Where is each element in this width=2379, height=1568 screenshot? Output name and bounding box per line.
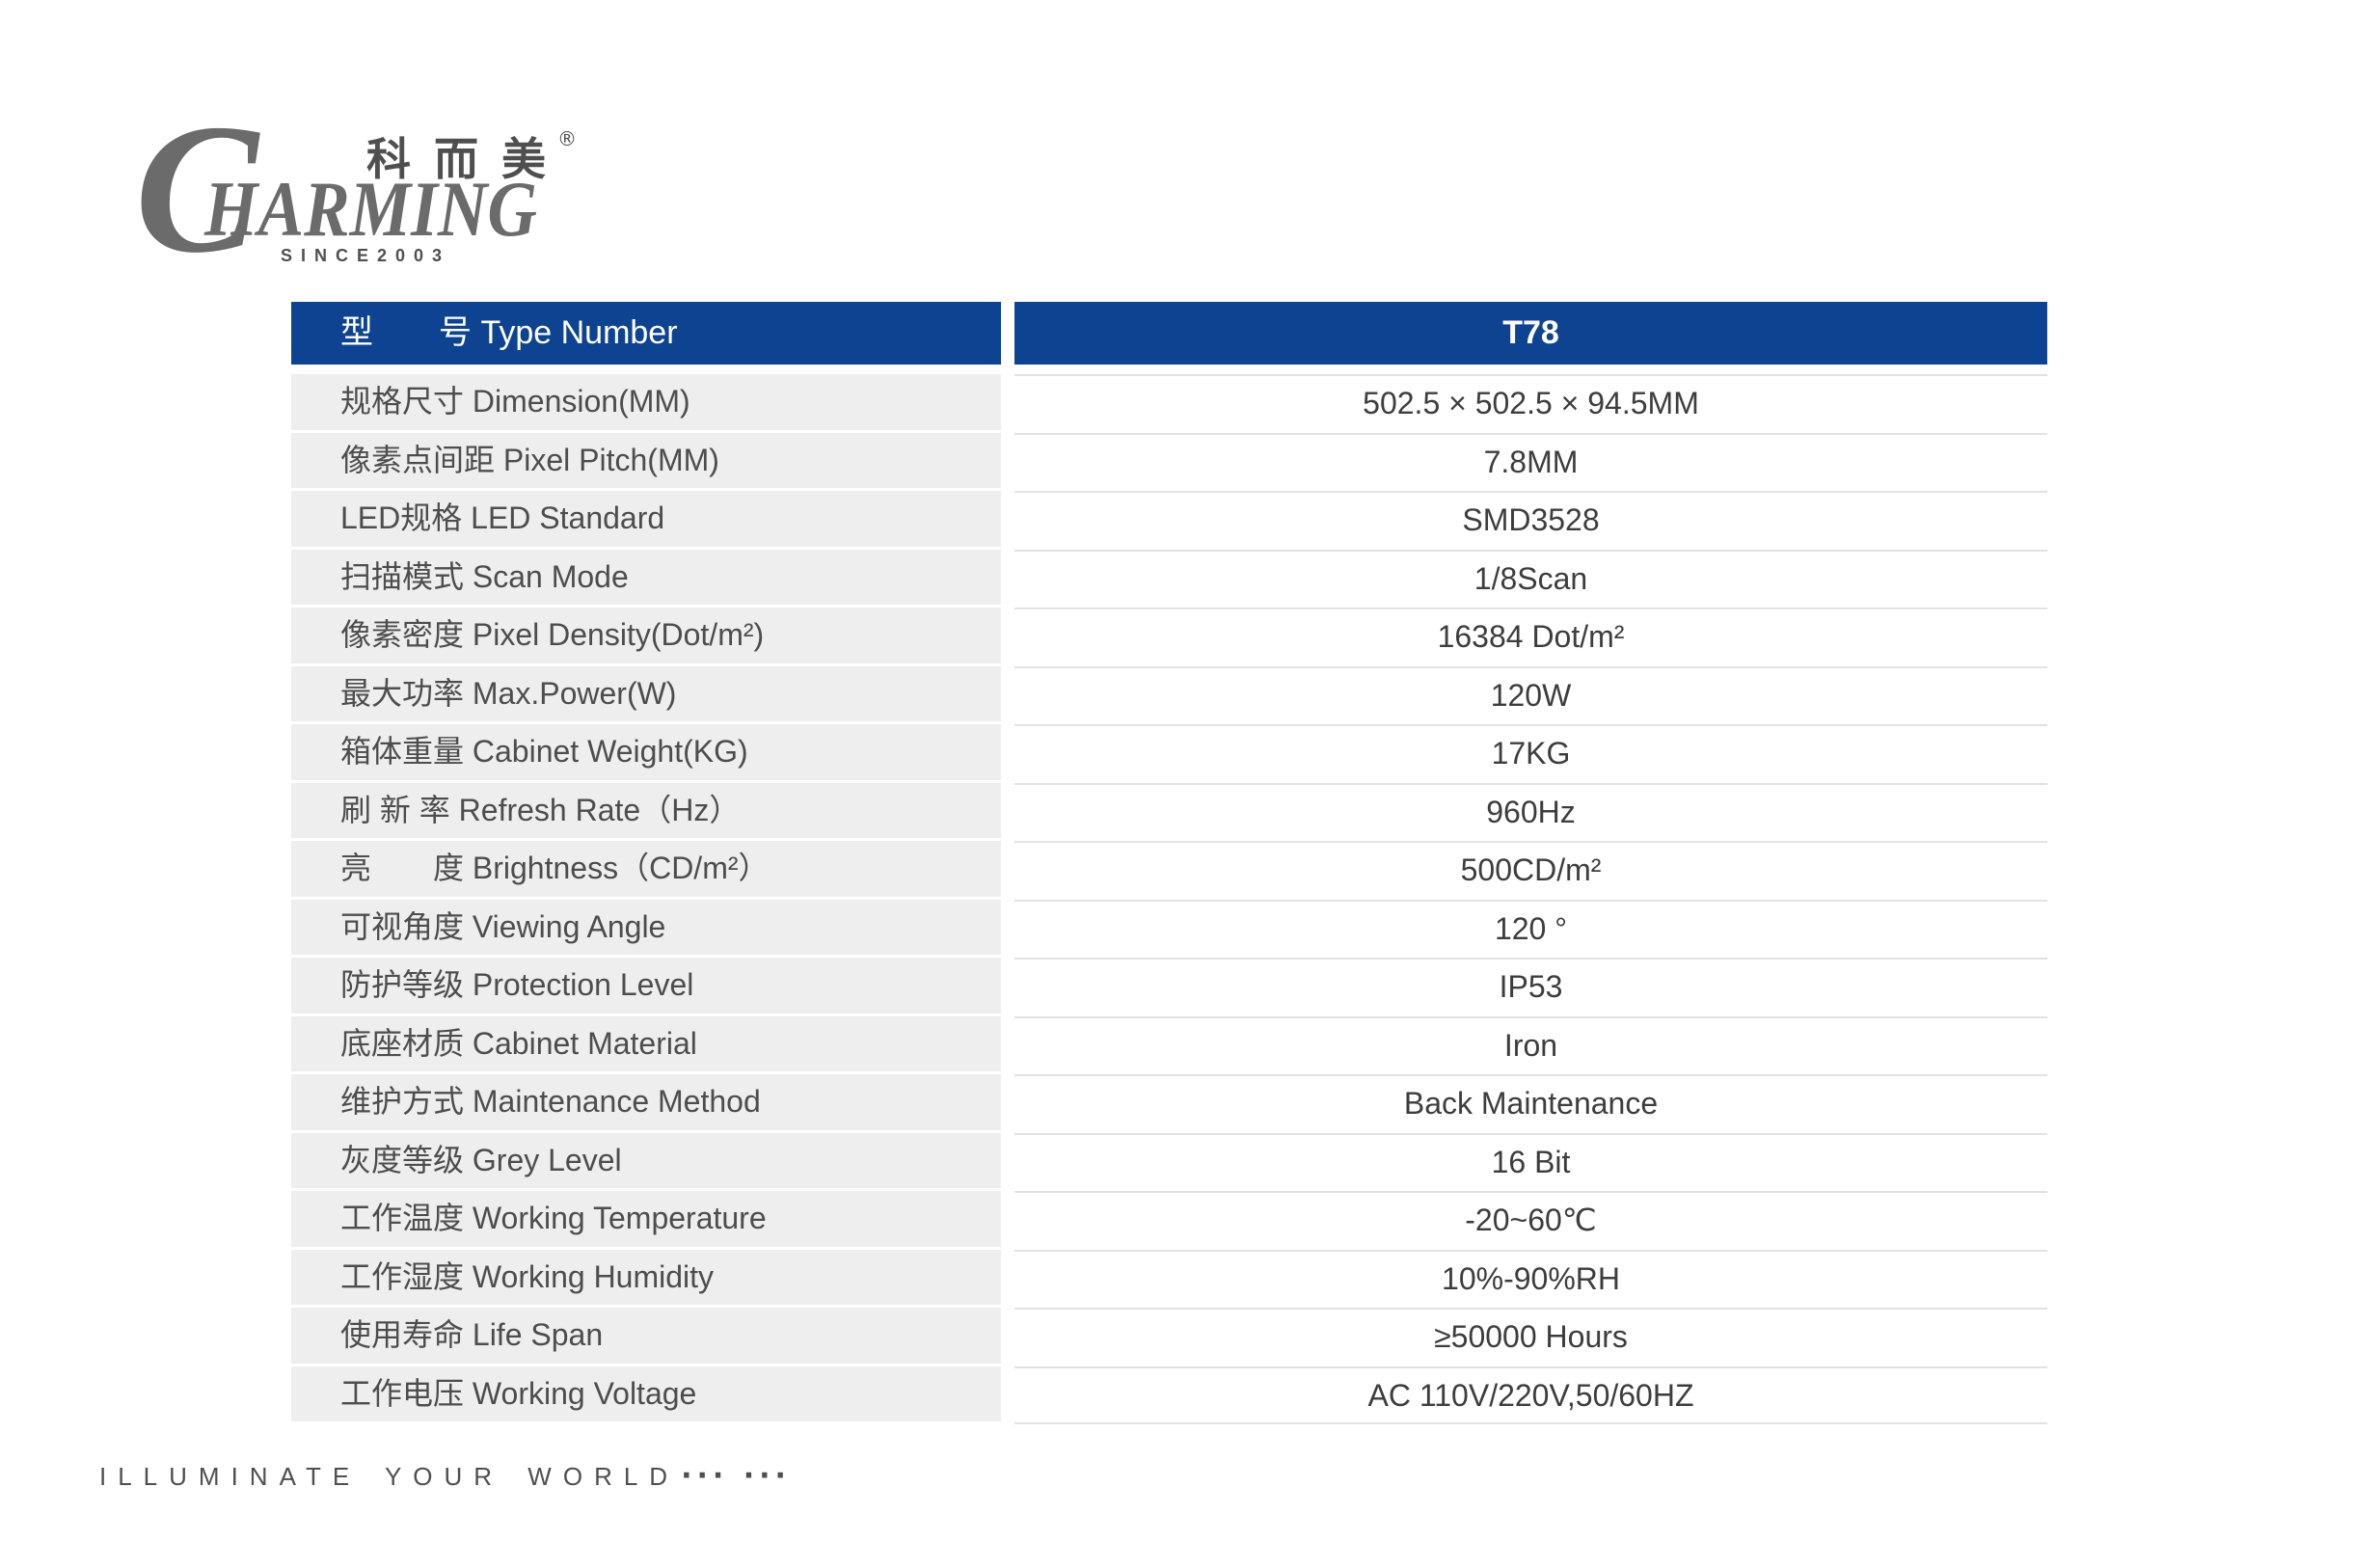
footer-tagline: ILLUMINATE YOUR WORLD ··· ··· <box>99 1461 791 1492</box>
spec-label: 使用寿命 Life Span <box>291 1308 1001 1364</box>
spec-label: 灰度等级 Grey Level <box>291 1132 1001 1188</box>
spec-label: 工作温度 Working Temperature <box>291 1191 1001 1247</box>
spec-row-dimension: 规格尺寸 Dimension(MM) 502.5 × 502.5 × 94.5M… <box>291 374 2047 433</box>
footer-dots: ··· ··· <box>681 1459 791 1493</box>
spec-row-working-humidity: 工作湿度 Working Humidity 10%-90%RH <box>291 1249 2047 1309</box>
spec-value: 120 ° <box>1014 899 2047 959</box>
spec-value: 7.8MM <box>1014 432 2047 492</box>
spec-label: 工作湿度 Working Humidity <box>291 1249 1001 1305</box>
spec-label: 像素密度 Pixel Density(Dot/m²) <box>291 608 1001 663</box>
spec-row-max-power: 最大功率 Max.Power(W) 120W <box>291 665 2047 725</box>
spec-value: Back Maintenance <box>1014 1074 2047 1133</box>
spec-row-grey-level: 灰度等级 Grey Level 16 Bit <box>291 1132 2047 1192</box>
spec-label: 箱体重量 Cabinet Weight(KG) <box>291 724 1001 780</box>
spec-row-viewing-angle: 可视角度 Viewing Angle 120 ° <box>291 899 2047 959</box>
spec-label: 底座材质 Cabinet Material <box>291 1015 1001 1071</box>
spec-row-cabinet-material: 底座材质 Cabinet Material Iron <box>291 1015 2047 1075</box>
spec-value: 10%-90%RH <box>1014 1249 2047 1309</box>
spec-label: 刷 新 率 Refresh Rate（Hz） <box>291 782 1001 838</box>
header-model-name: T78 <box>1014 302 2047 365</box>
spec-row-cabinet-weight: 箱体重量 Cabinet Weight(KG) 17KG <box>291 724 2047 783</box>
spec-row-pixel-pitch: 像素点间距 Pixel Pitch(MM) 7.8MM <box>291 432 2047 492</box>
spec-value: IP53 <box>1014 958 2047 1016</box>
spec-row-led-standard: LED规格 LED Standard SMD3528 <box>291 491 2047 550</box>
spec-label: 亮 度 Brightness（CD/m²） <box>291 841 1001 897</box>
spec-row-brightness: 亮 度 Brightness（CD/m²） 500CD/m² <box>291 841 2047 900</box>
spec-value: 500CD/m² <box>1014 841 2047 900</box>
spec-value: 1/8Scan <box>1014 549 2047 608</box>
spec-label: 工作电压 Working Voltage <box>291 1365 1001 1421</box>
spec-label: 可视角度 Viewing Angle <box>291 899 1001 955</box>
spec-value: Iron <box>1014 1015 2047 1075</box>
spec-label: 像素点间距 Pixel Pitch(MM) <box>291 432 1001 488</box>
spec-table-body: 规格尺寸 Dimension(MM) 502.5 × 502.5 × 94.5M… <box>291 374 2047 1424</box>
spec-row-working-temperature: 工作温度 Working Temperature -20~60℃ <box>291 1191 2047 1250</box>
spec-label: LED规格 LED Standard <box>291 491 1001 547</box>
footer-slogan: ILLUMINATE YOUR WORLD <box>99 1462 680 1491</box>
registered-mark: ® <box>557 127 577 150</box>
spec-sheet-page: C HARMING 科 而 美 ® SINCE2003 型 号 Type Num… <box>0 0 2379 1568</box>
spec-value: -20~60℃ <box>1014 1191 2047 1250</box>
spec-label: 最大功率 Max.Power(W) <box>291 665 1001 721</box>
logo-chinese-name: 科 而 美 <box>366 133 551 185</box>
spec-value: 16384 Dot/m² <box>1014 608 2047 666</box>
spec-label: 扫描模式 Scan Mode <box>291 549 1001 605</box>
spec-value: 17KG <box>1014 724 2047 783</box>
spec-row-life-span: 使用寿命 Life Span ≥50000 Hours <box>291 1308 2047 1366</box>
spec-value: ≥50000 Hours <box>1014 1308 2047 1366</box>
spec-table-header: 型 号 Type Number T78 <box>291 302 2047 365</box>
spec-value: SMD3528 <box>1014 491 2047 550</box>
brand-logo: C HARMING 科 而 美 ® SINCE2003 <box>0 0 675 289</box>
spec-value: 960Hz <box>1014 782 2047 842</box>
spec-label: 规格尺寸 Dimension(MM) <box>291 374 1001 430</box>
header-type-number-label: 型 号 Type Number <box>291 302 1001 365</box>
spec-label: 防护等级 Protection Level <box>291 958 1001 1014</box>
spec-row-working-voltage: 工作电压 Working Voltage AC 110V/220V,50/60H… <box>291 1365 2047 1424</box>
spec-value: 16 Bit <box>1014 1132 2047 1192</box>
spec-row-scan-mode: 扫描模式 Scan Mode 1/8Scan <box>291 549 2047 608</box>
spec-value: 502.5 × 502.5 × 94.5MM <box>1014 374 2047 433</box>
logo-since-text: SINCE2003 <box>281 246 451 265</box>
spec-row-pixel-density: 像素密度 Pixel Density(Dot/m²) 16384 Dot/m² <box>291 608 2047 666</box>
spec-row-protection-level: 防护等级 Protection Level IP53 <box>291 958 2047 1016</box>
spec-value: 120W <box>1014 665 2047 725</box>
spec-value: AC 110V/220V,50/60HZ <box>1014 1365 2047 1424</box>
spec-row-refresh-rate: 刷 新 率 Refresh Rate（Hz） 960Hz <box>291 782 2047 842</box>
spec-label: 维护方式 Maintenance Method <box>291 1074 1001 1130</box>
spec-row-maintenance-method: 维护方式 Maintenance Method Back Maintenance <box>291 1074 2047 1133</box>
